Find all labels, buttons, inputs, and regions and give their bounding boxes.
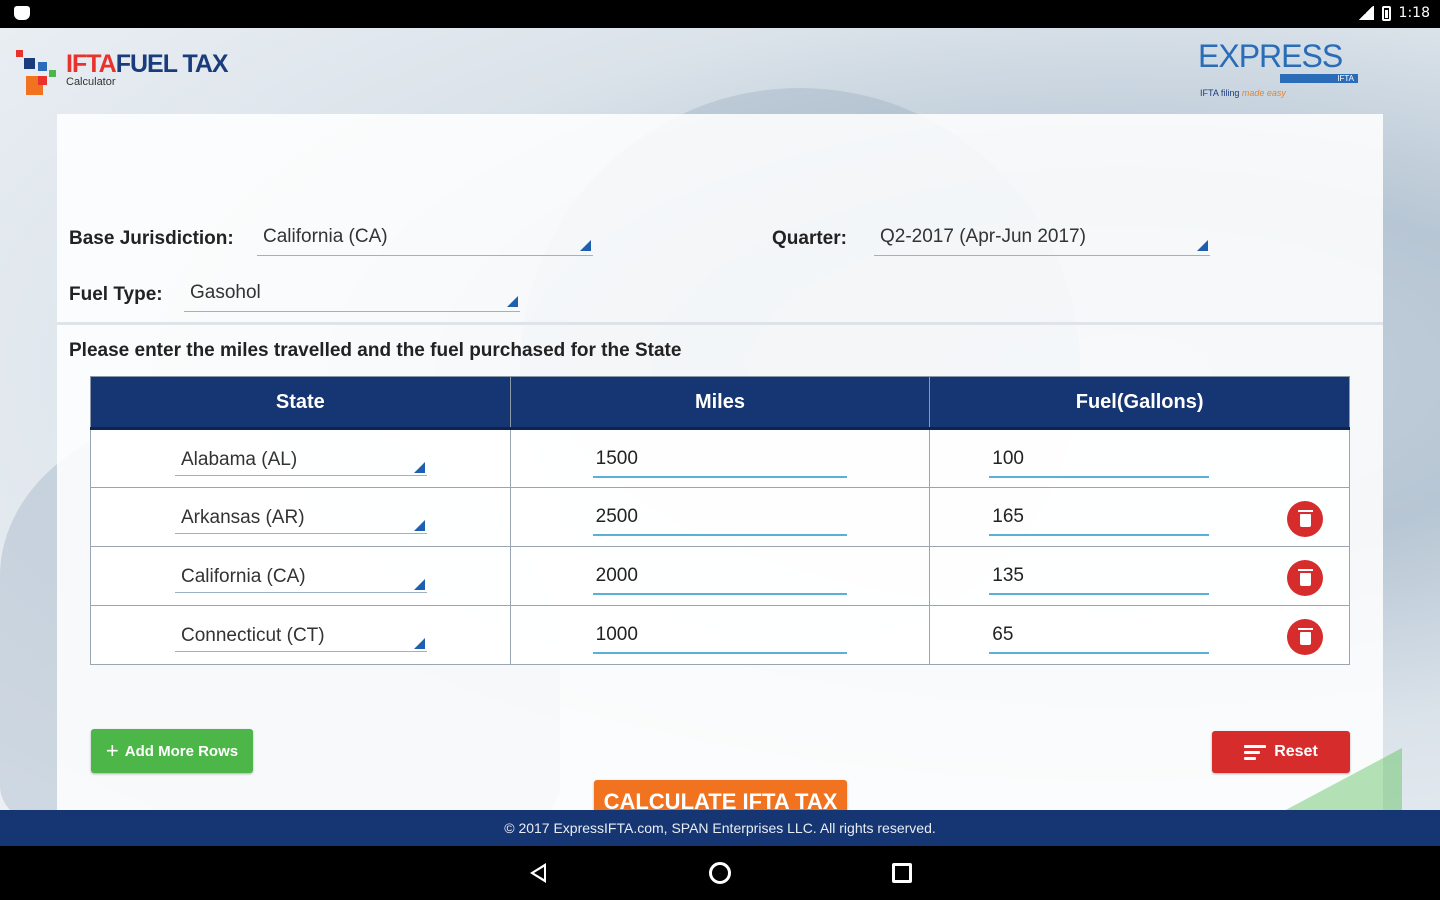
fuel-cell (929, 487, 1350, 547)
dropdown-arrow-icon (1197, 240, 1208, 251)
dropdown-arrow-icon (414, 520, 425, 531)
state-value: Alabama (AL) (181, 449, 298, 470)
logo-title: IFTAFUEL TAX (66, 50, 229, 78)
miles-cell (509, 487, 931, 547)
state-cell: Connecticut (CT) (90, 605, 511, 665)
column-header-miles: Miles (509, 376, 931, 430)
fuel-cell (929, 605, 1350, 665)
column-header-fuel: Fuel(Gallons) (929, 376, 1350, 430)
status-bar: 1:18 (0, 0, 1440, 28)
trash-icon (1297, 628, 1313, 645)
fuel-cell (929, 428, 1350, 488)
table-row: Alabama (AL) (90, 428, 1350, 488)
logo-squares-icon (16, 50, 60, 102)
miles-input[interactable] (592, 618, 847, 654)
back-icon-inner (534, 867, 544, 879)
table-row: Arkansas (AR) (90, 487, 1350, 547)
signal-icon (1357, 6, 1374, 20)
state-value: California (CA) (181, 566, 306, 587)
express-ifta-logo: EXPRESS IFTA IFTA filing made easy (1198, 38, 1360, 104)
navigation-bar (0, 846, 1440, 900)
base-jurisdiction-value: California (CA) (263, 226, 388, 247)
delete-row-button[interactable] (1287, 619, 1323, 655)
battery-icon (1381, 5, 1391, 21)
miles-cell (509, 546, 931, 606)
state-select[interactable]: Connecticut (CT) (175, 618, 427, 652)
state-select[interactable]: Arkansas (AR) (175, 500, 427, 534)
miles-input[interactable] (592, 442, 847, 478)
fuel-type-label: Fuel Type: (69, 284, 163, 305)
quarter-value: Q2-2017 (Apr-Jun 2017) (880, 226, 1086, 247)
add-more-rows-label: Add More Rows (124, 742, 239, 760)
miles-input[interactable] (592, 559, 847, 595)
ifta-fuel-tax-logo: IFTAFUEL TAX Calculator (16, 50, 229, 102)
dropdown-arrow-icon (414, 638, 425, 649)
state-select[interactable]: Alabama (AL) (175, 442, 427, 476)
state-cell: Alabama (AL) (90, 428, 511, 488)
state-miles-fuel-table: State Miles Fuel(Gallons) Alabama (AL) 1… (90, 376, 1350, 665)
trash-icon (1297, 569, 1313, 586)
logo-ifta-text: IFTA (66, 50, 117, 78)
state-value: Arkansas (AR) (181, 507, 305, 528)
express-logo-text: EXPRESS (1198, 38, 1343, 74)
trash-icon (1297, 510, 1313, 527)
quarter-label: Quarter: (772, 228, 847, 249)
dropdown-arrow-icon (580, 240, 591, 251)
state-select[interactable]: California (CA) (175, 559, 427, 593)
state-cell: Arkansas (AR) (90, 487, 511, 547)
delete-row-button[interactable] (1287, 501, 1323, 537)
fuel-input[interactable] (989, 500, 1210, 536)
fuel-input[interactable] (989, 618, 1210, 654)
dropdown-arrow-icon (414, 579, 425, 590)
fuel-type-select[interactable]: Gasohol (184, 278, 520, 312)
tagline-part-1: IFTA filing (1200, 88, 1242, 98)
table-row: Connecticut (CT) (90, 605, 1350, 665)
instructions-text: Please enter the miles travelled and the… (69, 340, 682, 361)
home-icon[interactable] (709, 862, 731, 884)
calculator-panel: Base Jurisdiction: California (CA) Quart… (57, 114, 1383, 824)
base-jurisdiction-select[interactable]: California (CA) (257, 222, 593, 256)
quarter-select[interactable]: Q2-2017 (Apr-Jun 2017) (874, 222, 1210, 256)
tagline-part-2: made easy (1241, 88, 1286, 98)
table-header-row: State Miles Fuel(Gallons) (90, 376, 1350, 430)
notification-icon (14, 6, 30, 20)
status-right: 1:18 (1357, 5, 1430, 21)
state-value: Connecticut (CT) (181, 625, 325, 646)
logo-fuel-tax-text: FUEL TAX (115, 50, 229, 78)
base-jurisdiction-label: Base Jurisdiction: (69, 228, 234, 249)
fuel-input[interactable] (989, 442, 1210, 478)
divider (57, 322, 1383, 325)
fuel-type-value: Gasohol (190, 282, 261, 303)
dropdown-arrow-icon (507, 296, 518, 307)
delete-row-button[interactable] (1287, 560, 1323, 596)
status-time: 1:18 (1398, 5, 1430, 21)
footer: © 2017 ExpressIFTA.com, SPAN Enterprises… (0, 810, 1440, 846)
app-screen: IFTAFUEL TAX Calculator EXPRESS IFTA IFT… (0, 28, 1440, 846)
fuel-cell (929, 546, 1350, 606)
miles-input[interactable] (592, 500, 847, 536)
plus-icon: + (105, 738, 119, 763)
fuel-input[interactable] (989, 559, 1210, 595)
table-row: California (CA) (90, 546, 1350, 606)
column-header-state: State (90, 376, 511, 430)
state-cell: California (CA) (90, 546, 511, 606)
dropdown-arrow-icon (414, 462, 425, 473)
miles-cell (509, 605, 931, 665)
express-ifta-bar: IFTA (1280, 74, 1358, 83)
recent-apps-icon[interactable] (892, 863, 912, 883)
miles-cell (509, 428, 931, 488)
express-tagline: IFTA filing made easy (1200, 88, 1286, 98)
add-more-rows-button[interactable]: + Add More Rows (91, 729, 253, 773)
app-header: IFTAFUEL TAX Calculator EXPRESS IFTA IFT… (0, 28, 1440, 114)
